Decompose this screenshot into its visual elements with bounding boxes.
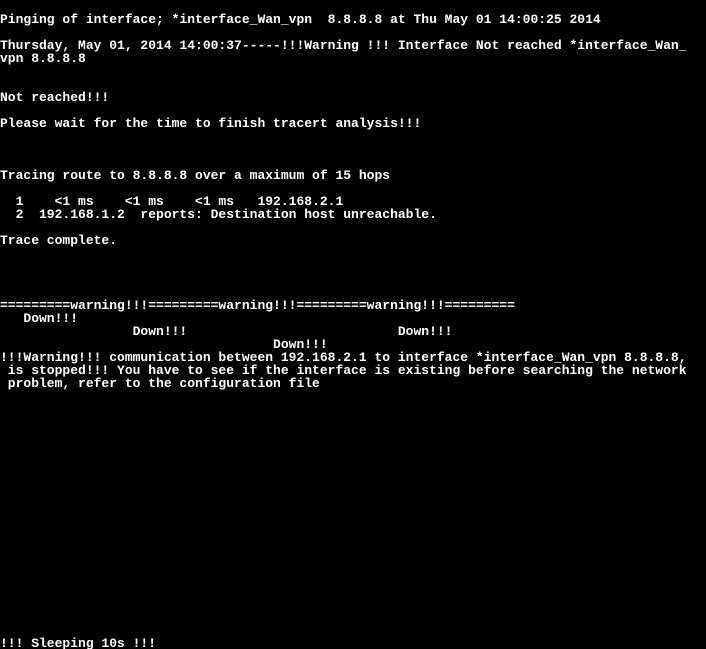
terminal-line xyxy=(0,260,706,273)
terminal-line xyxy=(0,546,706,559)
terminal-line xyxy=(0,65,706,78)
terminal-line: 2 192.168.1.2 reports: Destination host … xyxy=(0,208,706,221)
terminal-line xyxy=(0,559,706,572)
terminal-line xyxy=(0,130,706,143)
terminal-line xyxy=(0,429,706,442)
terminal-line xyxy=(0,455,706,468)
terminal-line: Thursday, May 01, 2014 14:00:37-----!!!W… xyxy=(0,39,706,65)
terminal-line xyxy=(0,273,706,286)
terminal-line xyxy=(0,468,706,481)
terminal-line xyxy=(0,507,706,520)
terminal-line xyxy=(0,143,706,156)
terminal-line xyxy=(0,520,706,533)
terminal-line xyxy=(0,533,706,546)
terminal-line xyxy=(0,416,706,429)
terminal-output: Pinging of interface; *interface_Wan_vpn… xyxy=(0,0,706,649)
terminal-line: =========warning!!!=========warning!!!==… xyxy=(0,299,706,312)
terminal-line xyxy=(0,585,706,598)
terminal-line: !!! Sleeping 10s !!! xyxy=(0,637,706,649)
terminal-line xyxy=(0,481,706,494)
terminal-line xyxy=(0,247,706,260)
terminal-line: Pinging of interface; *interface_Wan_vpn… xyxy=(0,13,706,26)
terminal-line xyxy=(0,598,706,611)
terminal-line: Please wait for the time to finish trace… xyxy=(0,117,706,130)
terminal-line: !!!Warning!!! communication between 192.… xyxy=(0,351,706,390)
terminal-line: Tracing route to 8.8.8.8 over a maximum … xyxy=(0,169,706,182)
terminal-line xyxy=(0,494,706,507)
terminal-line xyxy=(0,390,706,403)
terminal-line xyxy=(0,611,706,624)
terminal-line: Trace complete. xyxy=(0,234,706,247)
terminal-line xyxy=(0,572,706,585)
terminal-line xyxy=(0,403,706,416)
terminal-line xyxy=(0,442,706,455)
terminal-line: Not reached!!! xyxy=(0,91,706,104)
